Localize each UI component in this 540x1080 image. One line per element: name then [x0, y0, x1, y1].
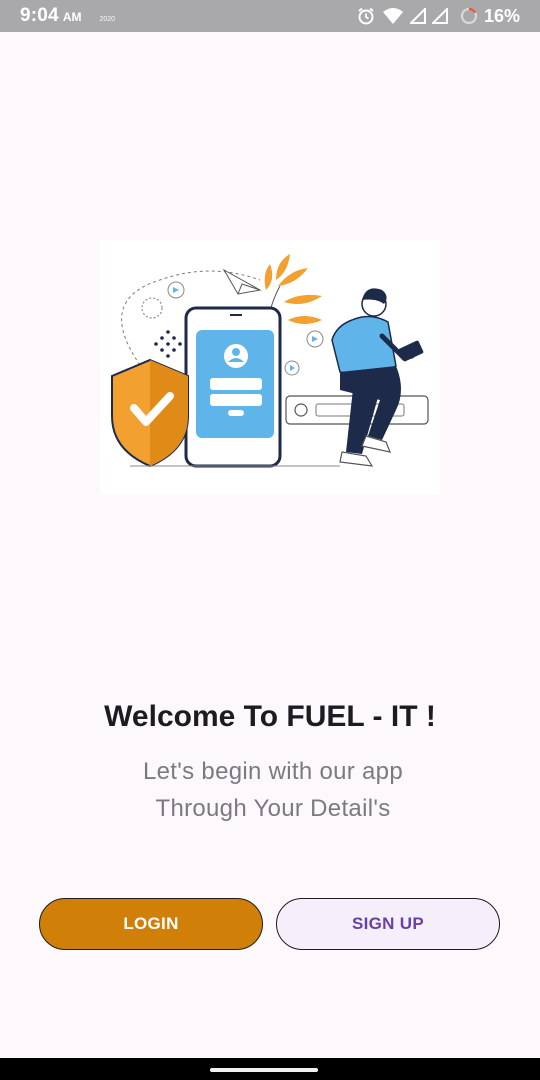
status-bar: 9:04 AM 2020 16%: [0, 0, 540, 32]
signal-icon: [409, 8, 426, 24]
signal-icon: [431, 8, 448, 24]
home-gesture-handle[interactable]: [210, 1068, 318, 1072]
login-button[interactable]: LOGIN: [39, 898, 263, 950]
sign-up-button[interactable]: SIGN UP: [276, 898, 500, 950]
status-left: 9:04 AM 2020: [20, 5, 115, 27]
welcome-title: Welcome To FUEL - IT !: [104, 700, 436, 733]
welcome-subtitle-line2: Through Your Detail's: [155, 795, 391, 822]
battery-icon: [460, 7, 478, 25]
status-carrier: 2020: [99, 16, 116, 23]
status-ampm: AM: [62, 10, 82, 24]
battery-percent: 16%: [483, 5, 520, 26]
status-time: 9:04: [20, 5, 59, 26]
wifi-icon: [382, 7, 404, 25]
status-right: 16%: [356, 6, 520, 27]
welcome-subtitle-line1: Let's begin with our app: [143, 758, 403, 785]
alarm-icon: [356, 6, 376, 26]
login-security-illustration: [100, 240, 440, 495]
